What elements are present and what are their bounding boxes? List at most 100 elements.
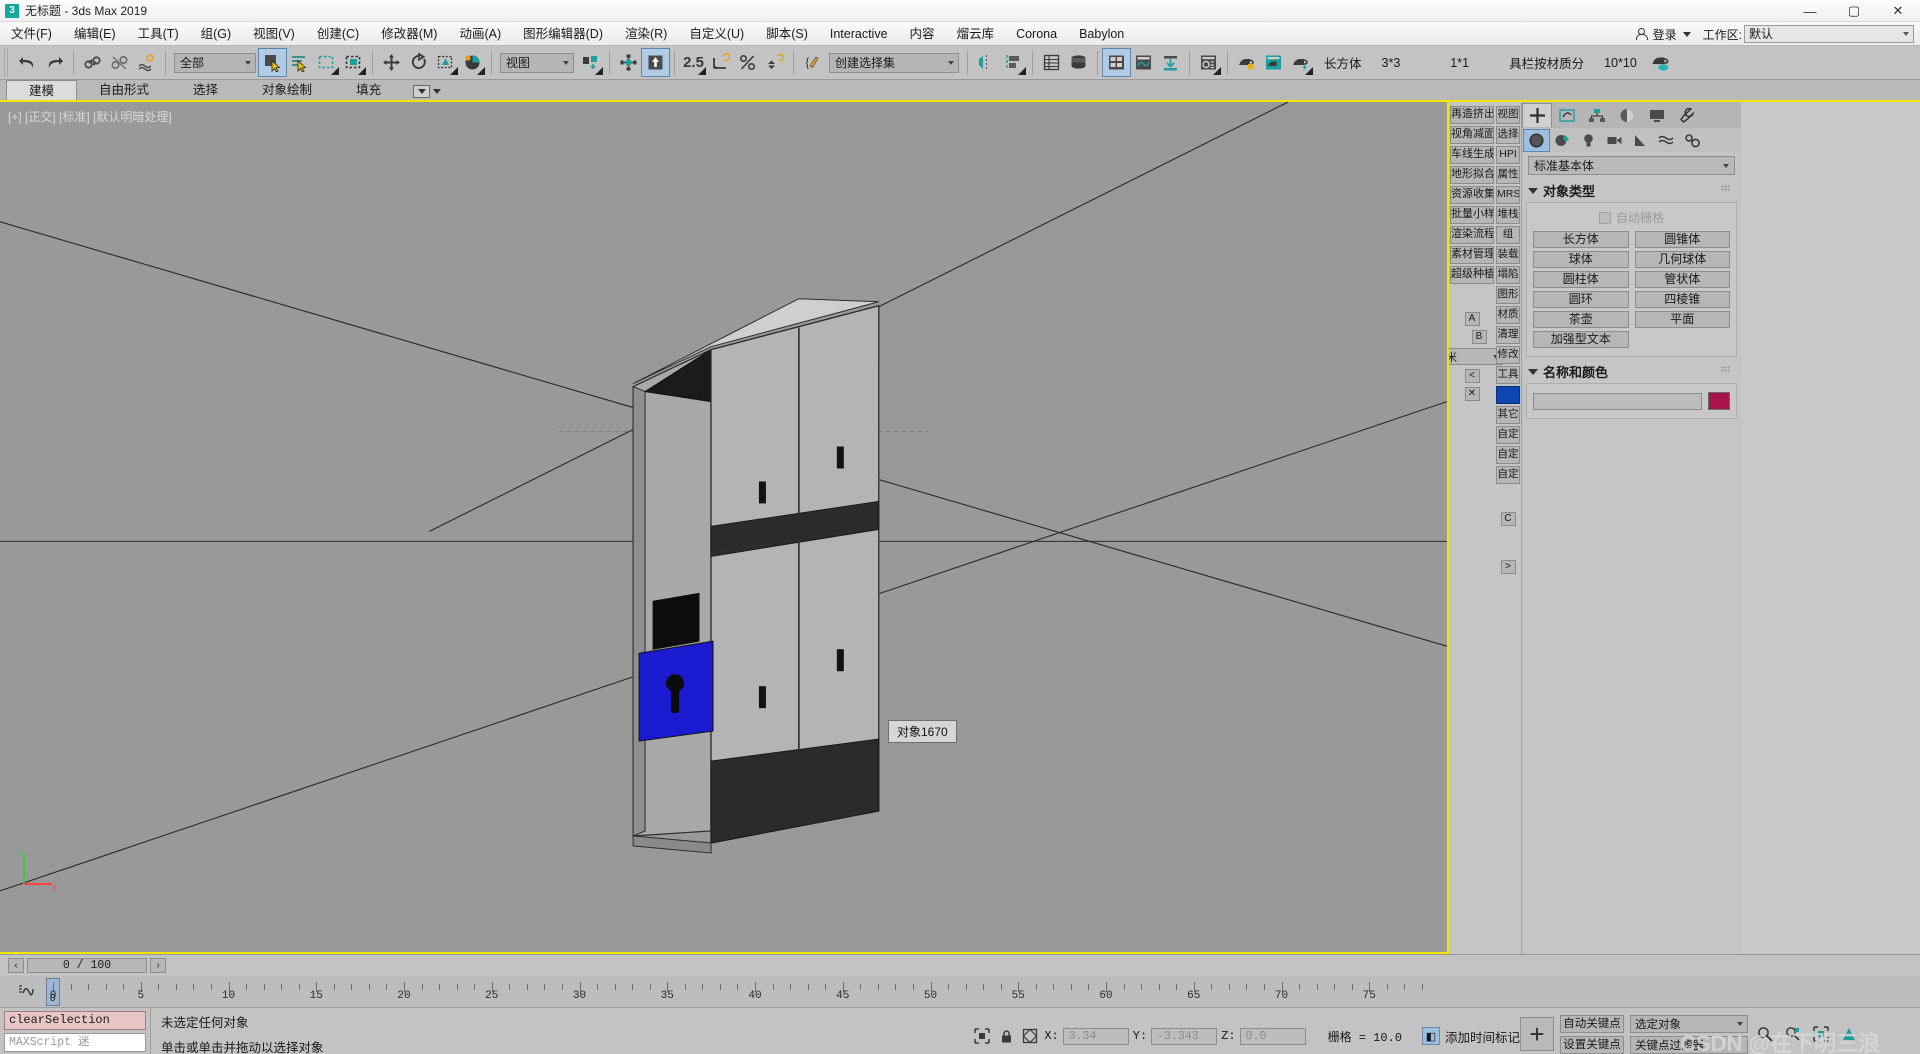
zoom-extents-icon[interactable]	[1810, 1023, 1832, 1045]
use-center-icon[interactable]	[615, 49, 642, 76]
script-button[interactable]: MRS	[1496, 186, 1520, 204]
selection-set-select[interactable]: 选定对象	[1630, 1014, 1748, 1033]
object-button-torus[interactable]: 圆环	[1533, 291, 1629, 308]
ribbon-toggle-icon[interactable]	[1102, 48, 1131, 77]
x-coordinate-field[interactable]: 3.34	[1062, 1027, 1129, 1045]
tab-display[interactable]	[1642, 103, 1672, 127]
toolbar-grip[interactable]	[4, 48, 10, 77]
object-button-geosphere[interactable]: 几何球体	[1634, 251, 1730, 268]
subtab-cameras[interactable]	[1602, 130, 1627, 151]
zoom-icon[interactable]	[1754, 1023, 1776, 1045]
select-by-name-icon[interactable]	[286, 49, 313, 76]
script-button[interactable]: 属性	[1496, 166, 1520, 184]
login-button[interactable]: 登录	[1629, 26, 1683, 43]
menu-rendering[interactable]: 渲染(R)	[614, 22, 678, 46]
rect-selection-region-icon[interactable]	[313, 49, 340, 76]
script-button[interactable]: 材质	[1496, 306, 1520, 324]
menu-modifiers[interactable]: 修改器(M)	[370, 22, 448, 46]
subtab-systems[interactable]	[1680, 130, 1705, 151]
select-and-rotate-icon[interactable]	[405, 49, 432, 76]
nav-next-button[interactable]: >	[1500, 560, 1516, 574]
tab-utilities[interactable]	[1672, 103, 1702, 127]
set-key-mode-button[interactable]: 设置关键点	[1560, 1035, 1624, 1054]
prev-frame-button[interactable]: ‹	[8, 958, 24, 973]
script-button[interactable]: 塌陷	[1496, 266, 1520, 284]
auto-key-button[interactable]: 自动关键点	[1560, 1014, 1624, 1033]
ribbon-tab-selection[interactable]: 选择	[171, 80, 240, 100]
object-button-text-plus[interactable]: 加强型文本	[1533, 331, 1629, 348]
scene-explorer-icon[interactable]	[1065, 49, 1092, 76]
unit-select[interactable]: 米	[1441, 348, 1503, 365]
script-button[interactable]: 修改	[1496, 346, 1520, 364]
script-button[interactable]: 清理	[1496, 326, 1520, 344]
script-button[interactable]: 视角减面	[1450, 126, 1494, 144]
script-button[interactable]: 视图	[1496, 106, 1520, 124]
tab-modify[interactable]	[1552, 103, 1582, 127]
tab-motion[interactable]	[1612, 103, 1642, 127]
script-button[interactable]: 工具	[1496, 366, 1520, 384]
rollout-name-color-header[interactable]: 名称和颜色	[1526, 360, 1737, 383]
viewport-orthographic[interactable]: [+] [正交] [标准] [默认明暗处理] x y 对象1670	[0, 102, 1449, 954]
script-button[interactable]: 自定	[1496, 446, 1520, 464]
subtab-shapes[interactable]	[1550, 130, 1575, 151]
percent-snap-icon[interactable]	[734, 49, 761, 76]
placement-tool-icon[interactable]	[459, 49, 486, 76]
cloud-render-icon[interactable]	[1647, 49, 1674, 76]
next-frame-button[interactable]: ›	[150, 958, 166, 973]
mirror-icon[interactable]	[973, 49, 1000, 76]
maximize-button[interactable]: ▢	[1832, 0, 1876, 22]
menu-interactive[interactable]: Interactive	[819, 22, 899, 46]
object-button-box[interactable]: 长方体	[1533, 231, 1629, 248]
menu-content[interactable]: 内容	[899, 22, 946, 46]
lock-icon[interactable]	[996, 1026, 1016, 1046]
menu-edit[interactable]: 编辑(E)	[63, 22, 127, 46]
script-button[interactable]: 其它	[1496, 406, 1520, 424]
menu-graph-editors[interactable]: 图形编辑器(D)	[512, 22, 614, 46]
ribbon-minimize-control[interactable]	[413, 85, 442, 98]
script-badge-b[interactable]: B	[1471, 330, 1487, 344]
script-button[interactable]: 地形拟合	[1450, 166, 1494, 184]
curve-editor-icon[interactable]	[1130, 49, 1157, 76]
object-name-input[interactable]	[1533, 392, 1702, 410]
menu-corona[interactable]: Corona	[1005, 22, 1068, 46]
redo-button[interactable]	[41, 49, 68, 76]
script-button[interactable]: 再造挤出	[1450, 106, 1494, 124]
object-button-teapot[interactable]: 茶壶	[1533, 311, 1629, 328]
menu-views[interactable]: 视图(V)	[242, 22, 306, 46]
render-production-icon[interactable]	[1287, 49, 1314, 76]
use-pivot-center-icon[interactable]	[577, 49, 604, 76]
object-button-cylinder[interactable]: 圆柱体	[1533, 271, 1629, 288]
menu-file[interactable]: 文件(F)	[0, 22, 63, 46]
tab-hierarchy[interactable]	[1582, 103, 1612, 127]
script-button[interactable]: 素材管理	[1450, 246, 1494, 264]
schematic-view-icon[interactable]	[1157, 49, 1184, 76]
menu-babylon[interactable]: Babylon	[1068, 22, 1135, 46]
menu-group[interactable]: 组(G)	[190, 22, 243, 46]
ribbon-tab-freeform[interactable]: 自由形式	[77, 80, 171, 100]
unlink-selection-icon[interactable]	[106, 49, 133, 76]
close-button[interactable]: ✕	[1876, 0, 1920, 22]
script-button[interactable]: 堆栈	[1496, 206, 1520, 224]
object-button-tube[interactable]: 管状体	[1634, 271, 1730, 288]
material-editor-icon[interactable]	[1195, 49, 1222, 76]
render-setup-icon[interactable]	[1233, 49, 1260, 76]
edit-named-selection-icon[interactable]: {	[799, 49, 826, 76]
ribbon-tab-populate[interactable]: 填充	[334, 80, 403, 100]
menu-create[interactable]: 创建(C)	[306, 22, 370, 46]
subtab-lights[interactable]	[1576, 130, 1601, 151]
script-listener-output[interactable]: clearSelection	[4, 1011, 146, 1030]
reference-coord-system-combo[interactable]: 视图	[500, 52, 574, 73]
curve-editor-toggle-icon[interactable]	[18, 983, 34, 1002]
use-selection-center-icon[interactable]	[641, 48, 670, 77]
script-button[interactable]: 资源收集	[1450, 186, 1494, 204]
track-bar-ruler[interactable]: 0 0 5 10 15 20 25 30 35 40 45 50 55 60 65 70 75	[0, 976, 1920, 1008]
current-frame-display[interactable]: 0 / 100	[27, 958, 147, 973]
absolute-mode-icon[interactable]	[1020, 1026, 1040, 1046]
window-crossing-icon[interactable]	[340, 49, 367, 76]
menu-animation[interactable]: 动画(A)	[448, 22, 512, 46]
y-coordinate-field[interactable]: -3.343	[1151, 1027, 1218, 1045]
menu-customize[interactable]: 自定义(U)	[678, 22, 755, 46]
subtab-geometry[interactable]	[1523, 128, 1550, 152]
key-filters-button[interactable]: 关键点过滤器	[1630, 1035, 1748, 1054]
zoom-all-icon[interactable]	[1782, 1023, 1804, 1045]
